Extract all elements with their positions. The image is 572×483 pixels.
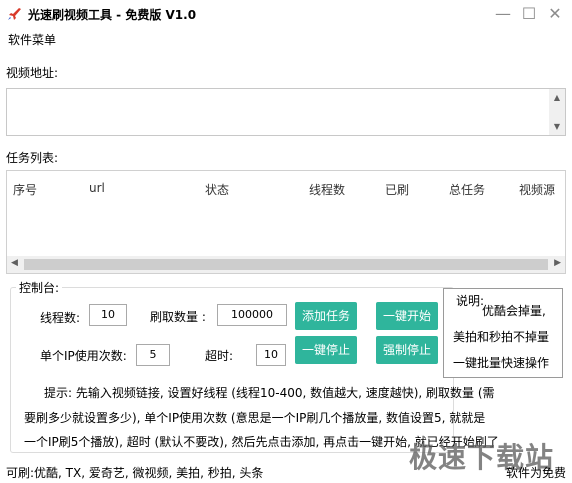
count-input[interactable]: 100000 bbox=[217, 304, 287, 326]
timeout-label: 超时: bbox=[205, 349, 234, 363]
menu-software[interactable]: 软件菜单 bbox=[8, 31, 56, 48]
tip-line: 要刷多少就设置多少), 单个IP使用次数 (意思是一个IP刷几个播放量, 数值设… bbox=[24, 411, 486, 425]
info-line: 优酷会掉量, bbox=[482, 304, 546, 318]
scroll-down-icon[interactable]: ▼ bbox=[552, 122, 562, 131]
url-scrollbar[interactable]: ▲ ▼ bbox=[549, 89, 565, 135]
tip-line: 提示: 先输入视频链接, 设置好线程 (线程10-400, 数值越大, 速度越快… bbox=[44, 386, 495, 400]
timeout-input[interactable]: 10 bbox=[256, 344, 286, 366]
minimize-icon[interactable]: — bbox=[492, 4, 514, 24]
start-all-button[interactable]: 一键开始 bbox=[376, 302, 438, 330]
column-header[interactable]: 线程数 bbox=[309, 181, 345, 198]
title-bar: 光速刷视频工具 - 免费版 V1.0 — ☐ ✕ bbox=[0, 0, 572, 28]
url-input[interactable]: ▲ ▼ bbox=[6, 88, 566, 136]
status-supported-sites: 可刷:优酷, TX, 爱奇艺, 微视频, 美拍, 秒拍, 头条 bbox=[6, 466, 264, 480]
info-title: 说明: bbox=[456, 294, 485, 308]
scroll-right-icon[interactable]: ▶ bbox=[554, 258, 561, 268]
threads-input[interactable]: 10 bbox=[89, 304, 127, 326]
horizontal-scrollbar[interactable]: ◀ ▶ bbox=[7, 256, 565, 273]
column-header[interactable]: 视频源 bbox=[519, 181, 555, 198]
rocket-icon bbox=[6, 6, 22, 22]
add-task-button[interactable]: 添加任务 bbox=[295, 302, 357, 330]
column-header[interactable]: 状态 bbox=[205, 181, 229, 198]
count-label: 刷取数量 : bbox=[150, 310, 206, 324]
threads-label: 线程数: bbox=[40, 311, 81, 325]
status-free-notice: 软件为免费 bbox=[505, 466, 566, 480]
force-stop-button[interactable]: 强制停止 bbox=[376, 336, 438, 364]
ip-usage-input[interactable]: 5 bbox=[136, 344, 170, 366]
window-title: 光速刷视频工具 - 免费版 V1.0 bbox=[28, 8, 197, 22]
column-header[interactable]: 总任务 bbox=[449, 181, 485, 198]
url-label: 视频地址: bbox=[6, 66, 59, 80]
control-panel-title: 控制台: bbox=[16, 279, 63, 296]
scroll-up-icon[interactable]: ▲ bbox=[552, 93, 562, 102]
scrollbar-thumb[interactable] bbox=[24, 259, 548, 270]
ip-usage-label: 单个IP使用次数: bbox=[40, 349, 127, 363]
maximize-icon[interactable]: ☐ bbox=[518, 4, 540, 24]
column-header[interactable]: url bbox=[89, 181, 105, 195]
close-icon[interactable]: ✕ bbox=[544, 4, 566, 24]
scroll-left-icon[interactable]: ◀ bbox=[11, 258, 18, 268]
column-header[interactable]: 已刷 bbox=[385, 181, 409, 198]
task-table[interactable]: 序号 url 状态 线程数 已刷 总任务 视频源 ◀ ▶ bbox=[6, 170, 566, 274]
stop-all-button[interactable]: 一键停止 bbox=[295, 336, 357, 364]
task-list-label: 任务列表: bbox=[6, 151, 59, 165]
info-line: 一键批量快速操作 bbox=[453, 356, 550, 370]
column-header[interactable]: 序号 bbox=[13, 181, 37, 198]
info-line: 美拍和秒拍不掉量 bbox=[453, 330, 550, 344]
